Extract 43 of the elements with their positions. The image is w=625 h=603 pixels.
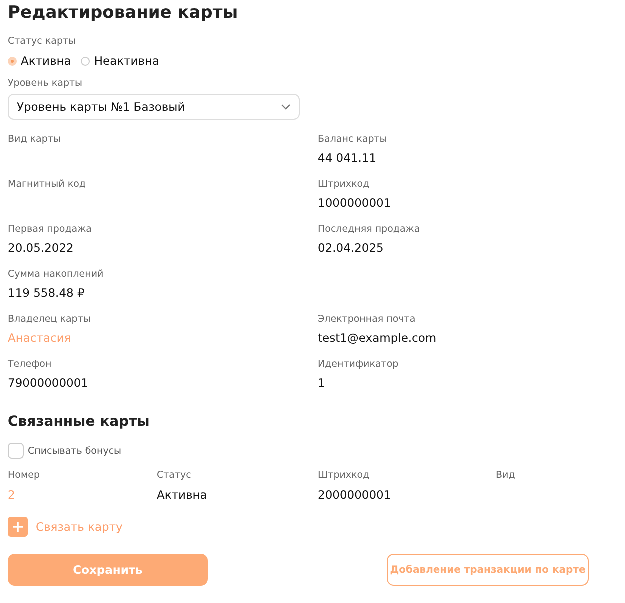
checkbox-label[interactable]: Списывать бонусы — [28, 446, 122, 456]
field-label: Уровень карты — [8, 77, 84, 91]
field-value: 79000000001 — [8, 375, 90, 392]
field-value: 02.04.2025 — [318, 240, 385, 257]
checkbox[interactable] — [8, 443, 24, 459]
field-label: Последняя продажа — [318, 223, 422, 237]
save-button[interactable]: Сохранить — [8, 554, 208, 586]
chevron-down-icon — [281, 104, 291, 110]
radio-label[interactable]: Неактивна — [94, 54, 160, 68]
column-header: Вид — [496, 469, 516, 483]
field-value: 1 — [318, 375, 326, 392]
field-label: Штрихкод — [318, 178, 371, 192]
card-number-link[interactable]: 2 — [8, 488, 16, 502]
field-label: Статус карты — [8, 35, 78, 49]
field-value: 119 558.48 ₽ — [8, 285, 86, 302]
field-label: Телефон — [8, 358, 53, 372]
field-label: Вид карты — [8, 133, 62, 147]
field-value: test1@example.com — [318, 330, 438, 347]
owner-link[interactable]: Анастасия — [8, 328, 318, 348]
field-label: Первая продажа — [8, 223, 93, 237]
field-label: Идентификатор — [318, 358, 400, 372]
table-cell: Активна — [157, 488, 208, 502]
section-title: Связанные карты — [8, 413, 151, 432]
field-label: Электронная почта — [318, 313, 417, 327]
column-header: Статус — [157, 469, 192, 483]
field-value: 44 041.11 — [318, 150, 378, 167]
field-label: Владелец карты — [8, 313, 92, 327]
add-transaction-button[interactable]: Добавление транзакции по карте — [387, 554, 589, 586]
field-value: 1000000001 — [318, 195, 392, 212]
radio-label[interactable]: Активна — [21, 54, 72, 68]
level-dropdown[interactable]: Уровень карты №1 Базовый — [8, 94, 300, 120]
column-header: Номер — [8, 469, 41, 483]
field-label: Баланс карты — [318, 133, 388, 147]
page-title: Редактирование карты — [8, 2, 240, 25]
column-header: Штрихкод — [318, 469, 371, 483]
field-label: Сумма накоплений — [8, 268, 105, 282]
link-card-link[interactable]: Связать карту — [36, 520, 123, 534]
radio-button[interactable] — [8, 56, 17, 66]
plus-icon[interactable] — [8, 517, 28, 537]
field-value: 20.05.2022 — [8, 240, 75, 257]
table-cell: 2000000001 — [318, 488, 392, 502]
field-label: Магнитный код — [8, 178, 87, 192]
radio-button[interactable] — [81, 56, 90, 66]
